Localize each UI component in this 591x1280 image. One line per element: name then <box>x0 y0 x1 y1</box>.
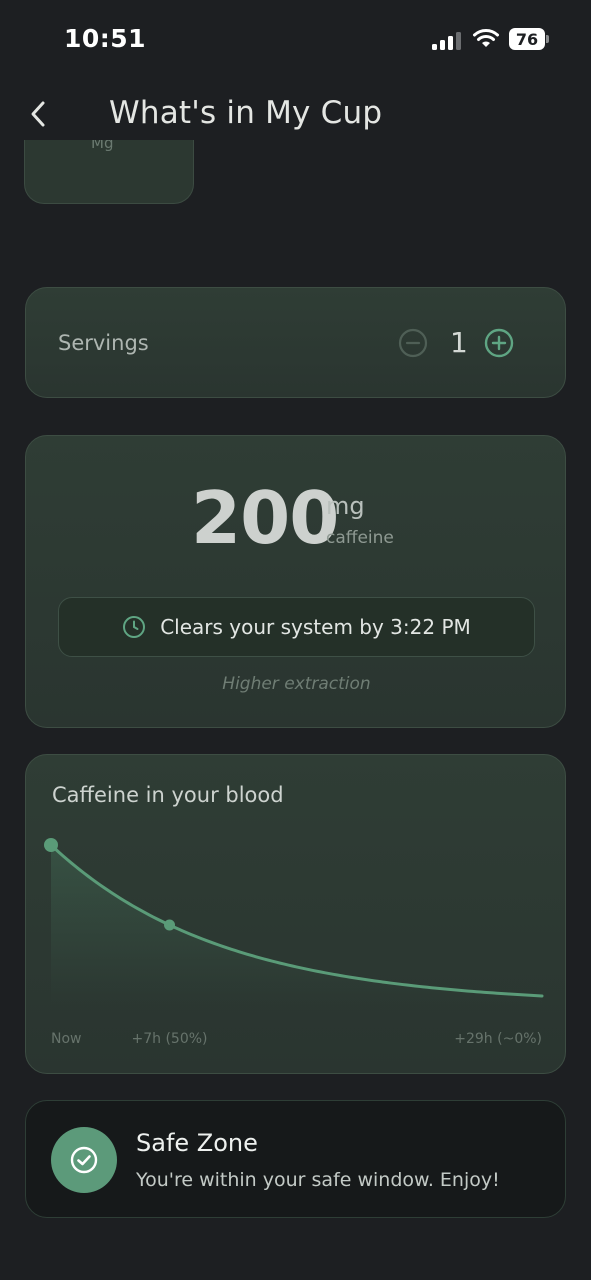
chart-tick-label: +7h (50%) <box>132 1031 208 1047</box>
status-bar: 10:51 76 <box>0 0 591 80</box>
safe-zone-card: Safe Zone You're within your safe window… <box>25 1100 566 1218</box>
back-button[interactable] <box>22 96 54 132</box>
servings-card: Servings 1 <box>25 287 566 398</box>
chart-point <box>44 838 58 852</box>
battery-level: 76 <box>515 29 539 49</box>
increase-servings-button[interactable] <box>484 328 514 358</box>
chart-tick-label: +29h (~0%) <box>454 1031 542 1047</box>
caffeine-unit: mg <box>326 492 365 520</box>
clear-time-text: Clears your system by 3:22 PM <box>160 615 471 639</box>
chart-area-fill <box>51 845 542 1005</box>
caffeine-decay-chart: Now +7h (50%) +29h (~0%) <box>44 838 544 1047</box>
battery-icon: 76 <box>509 28 549 50</box>
extraction-note: Higher extraction <box>222 674 371 694</box>
caffeine-chart-card: Caffeine in your blood Now +7h (50%) +29h … <box>25 754 566 1074</box>
servings-value: 1 <box>450 326 468 359</box>
cellular-signal-icon <box>432 32 462 50</box>
wifi-icon <box>473 29 499 47</box>
chart-point <box>164 919 176 931</box>
chevron-left-icon <box>31 101 45 127</box>
caffeine-summary-card: 200 mg caffeine Clears your system by 3:… <box>25 435 566 728</box>
app-screen: 10:51 76 What's in My Cup Mg Servings 1 … <box>0 0 591 1280</box>
safe-zone-badge <box>51 1127 117 1193</box>
clock-icon <box>123 616 146 638</box>
safe-zone-message: You're within your safe window. Enjoy! <box>136 1169 500 1191</box>
servings-label: Servings <box>58 331 149 355</box>
caffeine-sub-label: caffeine <box>326 528 394 548</box>
page-title: What's in My Cup <box>109 95 383 131</box>
safe-zone-title: Safe Zone <box>136 1129 258 1157</box>
check-circle-icon <box>70 1146 98 1174</box>
caffeine-amount: 200 <box>191 476 339 560</box>
decrease-servings-button[interactable] <box>398 328 428 358</box>
clear-time-pill: Clears your system by 3:22 PM <box>58 597 535 657</box>
partial-card[interactable]: Mg <box>24 140 194 204</box>
status-time: 10:51 <box>64 24 147 53</box>
chart-tick-label: Now <box>51 1031 82 1047</box>
partial-card-text: Mg <box>91 140 114 152</box>
